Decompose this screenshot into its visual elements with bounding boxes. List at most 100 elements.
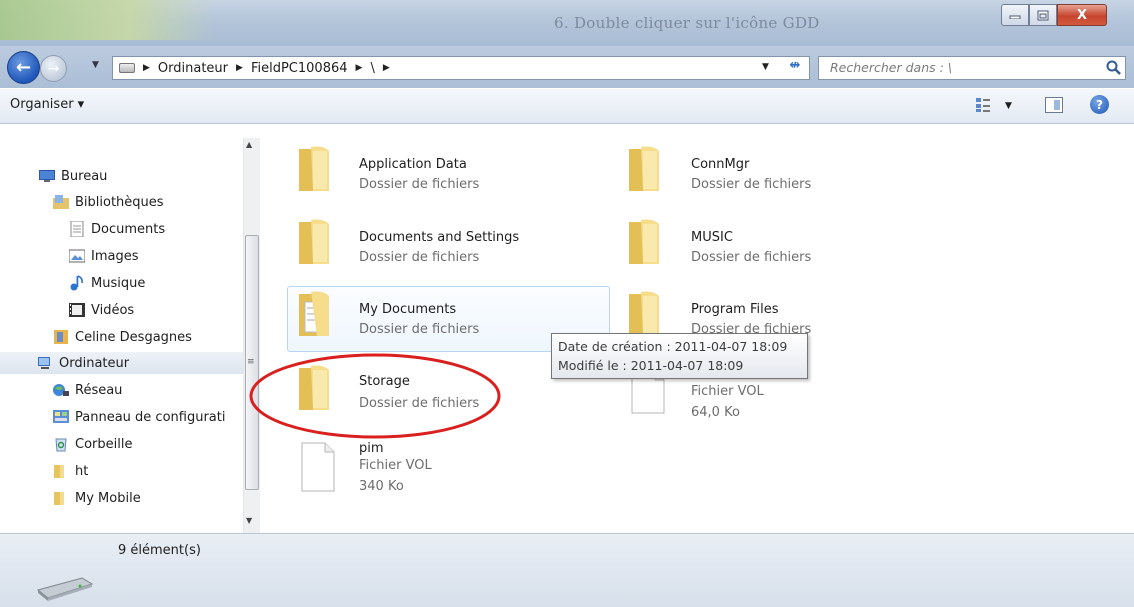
desktop-icon	[39, 170, 55, 182]
file-item-music[interactable]: MUSIC Dossier de fichiers	[623, 218, 933, 278]
folder-with-documents-icon	[299, 291, 329, 336]
search-icon[interactable]	[1105, 59, 1123, 77]
file-item-documents-and-settings[interactable]: Documents and Settings Dossier de fichie…	[293, 218, 603, 278]
file-item-connmgr[interactable]: ConnMgr Dossier de fichiers	[623, 145, 933, 205]
sidebar-item-musique[interactable]: Musique	[69, 272, 145, 294]
close-button[interactable]: X	[1057, 4, 1107, 26]
breadcrumb-separator-icon[interactable]: ▶	[143, 63, 150, 73]
file-item-application-data[interactable]: Application Data Dossier de fichiers	[293, 145, 603, 205]
file-type: Dossier de fichiers	[359, 177, 480, 192]
file-name: MUSIC	[691, 230, 733, 245]
computer-drive-icon	[119, 63, 135, 73]
tooltip-modified-date: Modifié le : 2011-04-07 18:09	[558, 358, 744, 373]
file-item-pim[interactable]: pim Fichier VOL 340 Ko	[293, 438, 603, 504]
document-icon	[70, 221, 84, 237]
folder-icon	[629, 291, 659, 336]
control-panel-icon	[53, 410, 69, 423]
breadcrumb-ordinateur[interactable]: Ordinateur	[158, 61, 228, 76]
recent-pages-dropdown[interactable]: ▼	[92, 60, 99, 70]
help-icon[interactable]: ?	[1090, 95, 1109, 114]
file-name: Application Data	[359, 157, 467, 172]
folder-icon	[54, 492, 64, 505]
breadcrumb-root[interactable]: \	[370, 61, 374, 76]
file-type: Dossier de fichiers	[359, 322, 480, 337]
folder-icon	[299, 219, 329, 264]
blank-file-icon	[301, 442, 335, 492]
sidebar-item-my-mobile[interactable]: My Mobile	[53, 487, 141, 509]
network-icon	[53, 384, 69, 396]
sidebar-item-corbeille[interactable]: Corbeille	[53, 433, 132, 455]
preview-pane-icon[interactable]	[1045, 97, 1063, 113]
folder-icon	[54, 465, 64, 478]
computer-icon	[38, 357, 50, 369]
minimize-icon	[1009, 15, 1021, 19]
file-name: ConnMgr	[691, 157, 750, 172]
sidebar-item-celine-desgagnes[interactable]: Celine Desgagnes	[53, 326, 192, 348]
sidebar-item-label: Vidéos	[91, 302, 135, 318]
music-icon	[70, 275, 83, 291]
sidebar-item-videos[interactable]: Vidéos	[69, 299, 134, 321]
title-bar-left-region	[0, 0, 215, 40]
scroll-up-arrow-icon[interactable]: ▲	[246, 140, 252, 149]
breadcrumb-fieldpc[interactable]: FieldPC100864	[251, 61, 348, 76]
folder-icon	[629, 146, 659, 191]
sidebar-item-ordinateur[interactable]: Ordinateur	[0, 352, 243, 374]
sidebar-item-label: Réseau	[75, 382, 123, 398]
file-type: Fichier VOL	[359, 458, 432, 473]
back-button[interactable]: ←	[7, 51, 40, 84]
drive-icon	[36, 577, 94, 601]
sidebar-item-label: Corbeille	[75, 436, 133, 452]
user-icon	[54, 330, 68, 344]
highlight-circle-annotation	[249, 353, 501, 439]
item-count: 9 élément(s)	[118, 543, 201, 558]
maximize-button[interactable]	[1029, 4, 1057, 26]
change-view-icon[interactable]	[975, 97, 991, 113]
video-icon	[69, 303, 85, 317]
folder-icon	[629, 219, 659, 264]
sidebar-item-label: Images	[91, 248, 139, 264]
sidebar-item-documents[interactable]: Documents	[69, 218, 165, 240]
scroll-down-arrow-icon[interactable]: ▼	[246, 516, 252, 525]
refresh-icon: ↮	[789, 58, 801, 73]
sidebar-item-label: Bibliothèques	[75, 194, 164, 210]
sidebar-item-ht[interactable]: ht	[53, 460, 88, 482]
breadcrumb-separator-icon[interactable]: ▶	[356, 63, 363, 73]
address-bar[interactable]: ▶ Ordinateur ▶ FieldPC100864 ▶ \ ▶	[112, 56, 810, 80]
file-name: Program Files	[691, 302, 779, 317]
search-placeholder: Rechercher dans : \	[830, 60, 952, 75]
sidebar-item-images[interactable]: Images	[69, 245, 139, 267]
sidebar-item-label: Celine Desgagnes	[75, 329, 192, 345]
command-toolbar	[0, 88, 1134, 124]
sidebar-item-label: Documents	[91, 221, 166, 237]
minimize-button[interactable]	[1001, 4, 1029, 26]
file-size: 64,0 Ko	[691, 405, 740, 420]
file-size: 340 Ko	[359, 479, 404, 494]
tooltip-created-date: Date de création : 2011-04-07 18:09	[558, 339, 788, 354]
address-history-dropdown[interactable]: ▼	[762, 62, 769, 72]
libraries-icon	[53, 195, 69, 209]
file-type: Dossier de fichiers	[691, 250, 812, 265]
sidebar-item-bibliotheques[interactable]: Bibliothèques	[53, 191, 164, 213]
view-options-dropdown[interactable]: ▼	[1005, 101, 1012, 111]
sidebar-item-label: Panneau de configurati	[75, 409, 226, 425]
sidebar-item-label: My Mobile	[75, 490, 141, 506]
organise-menu-button[interactable]: Organiser ▾	[10, 97, 84, 112]
forward-arrow-icon: →	[47, 60, 60, 77]
sidebar-item-bureau[interactable]: Bureau	[39, 165, 107, 187]
file-info-tooltip: Date de création : 2011-04-07 18:09 Modi…	[551, 333, 808, 379]
file-name: pim	[359, 441, 384, 456]
sidebar-item-reseau[interactable]: Réseau	[53, 379, 122, 401]
breadcrumb-separator-icon[interactable]: ▶	[236, 63, 243, 73]
recycle-bin-icon	[55, 438, 67, 452]
file-type: Dossier de fichiers	[691, 177, 812, 192]
back-arrow-icon: ←	[15, 57, 32, 78]
maximize-icon	[1037, 10, 1049, 20]
sidebar-item-label: Musique	[91, 275, 146, 291]
file-type: Dossier de fichiers	[359, 250, 480, 265]
sidebar-item-panneau-de-configuration[interactable]: Panneau de configurati	[53, 406, 225, 428]
file-name: Documents and Settings	[359, 230, 520, 245]
picture-icon	[69, 249, 85, 263]
forward-button[interactable]: →	[40, 55, 67, 82]
breadcrumb-separator-icon[interactable]: ▶	[383, 63, 390, 73]
refresh-button[interactable]: ↮	[782, 58, 808, 78]
